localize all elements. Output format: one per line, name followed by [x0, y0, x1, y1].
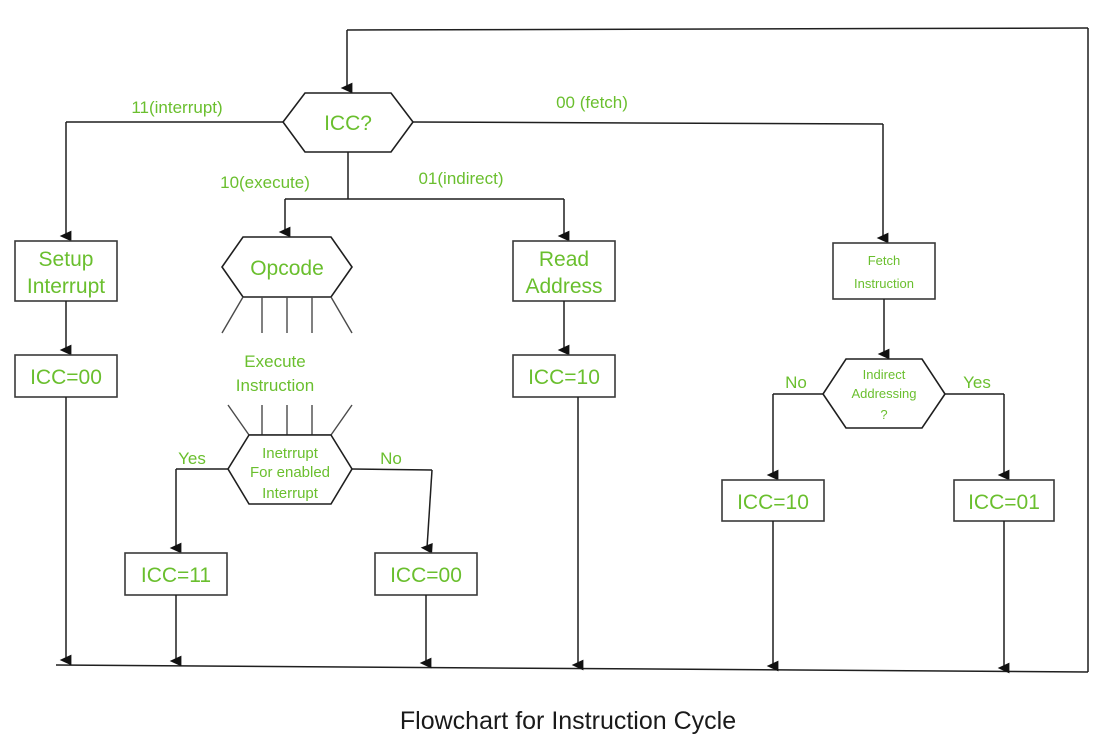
edge-label-indirect-branch: 01(indirect) [418, 169, 503, 188]
node-indirect-addressing-line1: Indirect [863, 367, 906, 382]
node-fetch-instruction-line2: Instruction [854, 276, 914, 291]
edge-indirect-yes [945, 393, 1010, 481]
node-interrupt-check-line1: Inetrrupt [262, 445, 319, 462]
edge-execute-indirect-branch [278, 152, 570, 242]
node-icc-10-mid[interactable]: ICC=10 [512, 354, 616, 398]
node-fetch-instruction[interactable]: Fetch Instruction [832, 242, 936, 300]
node-setup-interrupt[interactable]: Setup Interrupt [14, 240, 118, 302]
node-icc-00-left[interactable]: ICC=00 [14, 354, 118, 398]
node-indirect-addressing-line2: Addressing [851, 386, 916, 401]
node-icc-decision-label: ICC? [324, 112, 372, 135]
node-icc-11-label: ICC=11 [141, 564, 211, 587]
node-opcode-label: Opcode [250, 257, 324, 280]
node-read-address-line1: Read [539, 248, 589, 271]
node-read-address-line2: Address [525, 275, 602, 298]
node-icc-10-right-label: ICC=10 [737, 491, 809, 514]
node-interrupt-check-line3: Interrupt [262, 485, 319, 502]
edge-label-indirect-yes: Yes [963, 373, 991, 392]
node-setup-interrupt-line2: Interrupt [27, 275, 105, 298]
node-setup-interrupt-line1: Setup [39, 248, 94, 271]
edge-label-fetch-branch: 00 (fetch) [556, 93, 628, 112]
node-icc-decision[interactable]: ICC? [282, 92, 414, 153]
edge-label-indirect-no: No [785, 373, 807, 392]
edge-label-interrupt-no: No [380, 449, 402, 468]
edge-label-interrupt-branch: 11(interrupt) [131, 98, 222, 117]
opcode-fanout-lines [221, 296, 353, 334]
annotation-execute-instruction-line2: Instruction [236, 376, 314, 395]
node-icc-10-mid-label: ICC=10 [528, 366, 600, 389]
node-icc-00-mid[interactable]: ICC=00 [374, 552, 478, 596]
edge-interrupt-no [351, 468, 433, 554]
node-fetch-instruction-line1: Fetch [868, 253, 901, 268]
edge-indirect-no [766, 393, 823, 481]
annotation-execute-instruction-line1: Execute [244, 352, 305, 371]
node-indirect-addressing-line3: ? [880, 407, 887, 422]
node-icc-00-mid-label: ICC=00 [390, 564, 462, 587]
node-icc-11[interactable]: ICC=11 [124, 552, 228, 596]
diagram-caption: Flowchart for Instruction Cycle [400, 707, 736, 735]
annotation-execute-instruction: Execute Instruction [236, 352, 314, 395]
edge-label-interrupt-yes: Yes [178, 449, 206, 468]
node-icc-00-left-label: ICC=00 [30, 366, 102, 389]
node-icc-01-right[interactable]: ICC=01 [953, 479, 1055, 522]
node-icc-01-right-label: ICC=01 [968, 491, 1040, 514]
node-icc-10-right[interactable]: ICC=10 [721, 479, 825, 522]
node-read-address[interactable]: Read Address [512, 240, 616, 302]
flowchart-canvas: ICC? 11(interrupt) 00 (fetch) 10(execute… [0, 0, 1119, 746]
edge-label-execute-branch: 10(execute) [220, 173, 310, 192]
node-indirect-addressing[interactable]: Indirect Addressing ? [822, 358, 946, 429]
node-opcode[interactable]: Opcode [221, 236, 353, 298]
interrupt-check-fanin-lines [227, 404, 353, 436]
node-interrupt-check[interactable]: Inetrrupt For enabled Interrupt [227, 434, 353, 505]
node-interrupt-check-line2: For enabled [250, 464, 330, 481]
edge-interrupt-yes [169, 468, 228, 554]
